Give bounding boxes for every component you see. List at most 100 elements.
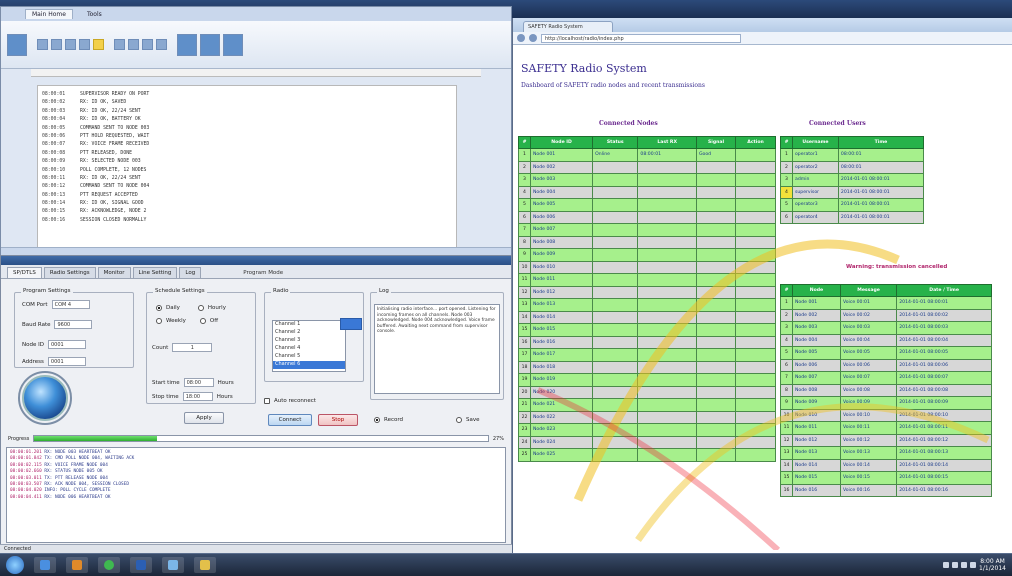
table-row[interactable]: 8 Node 008 Voice 00:08 2014-01-01 08:00:08 [780,383,992,397]
channel-item[interactable]: Channel 6 [273,361,345,369]
record-radio[interactable] [374,417,380,423]
weekly-radio[interactable] [156,318,162,324]
table-row[interactable]: 1 operator1 08:00:01 [780,148,925,162]
channel-item[interactable]: Channel 4 [273,345,345,353]
word-icon[interactable] [130,557,152,573]
forward-icon[interactable] [529,34,537,42]
tab-sp-dtls[interactable]: SP/DTLS [7,267,42,278]
table-row[interactable]: 7 Node 007 Voice 00:07 2014-01-01 08:00:07 [780,371,992,385]
table-row[interactable]: 5 Node 005 Voice 00:05 2014-01-01 08:00:05 [780,346,992,360]
italic-icon[interactable] [51,39,62,50]
address-field[interactable]: 0001 [47,357,86,366]
table-row[interactable]: 4 supervisor 2014-01-01 08:00:01 [780,185,925,199]
table-row[interactable]: 12 Node 012 [518,285,776,299]
back-icon[interactable] [517,34,525,42]
column-header[interactable]: Last RX [637,136,697,149]
tab-line-setting[interactable]: Line Setting [132,267,178,278]
numbering-icon[interactable] [128,39,139,50]
paste-icon[interactable] [7,33,27,56]
off-radio[interactable] [199,318,206,324]
chrome-icon[interactable] [98,557,120,573]
tool-icon[interactable] [162,557,184,573]
table-row[interactable]: 3 Node 003 Voice 00:03 2014-01-01 08:00:03 [780,321,992,335]
table-row[interactable]: 9 Node 009 Voice 00:09 2014-01-01 08:00:09 [780,396,992,410]
table-row[interactable]: 13 Node 013 [518,298,776,312]
table-row[interactable]: 2 operator2 08:00:01 [780,160,925,174]
table-row[interactable]: 3 Node 003 [518,173,776,187]
channel-scroll-handle[interactable] [340,318,362,330]
table-row[interactable]: 18 Node 018 [518,360,776,374]
table-row[interactable]: 3 admin 2014-01-01 08:00:01 [780,173,925,187]
address-bar[interactable]: http://localhost/radio/index.php [541,33,741,43]
bullets-icon[interactable] [114,39,125,50]
table-row[interactable]: 16 Node 016 Voice 00:16 2014-01-01 08:00:16 [780,483,992,497]
column-header[interactable]: Node [792,284,841,297]
stop-button[interactable]: Stop [318,414,358,426]
table-row[interactable]: 6 operator4 2014-01-01 08:00:01 [780,210,925,224]
table-row[interactable]: 19 Node 019 [518,373,776,387]
column-header[interactable]: Action [735,136,776,149]
table-row[interactable]: 6 Node 006 [518,210,776,224]
table-row[interactable]: 23 Node 023 [518,423,776,437]
change-styles-icon[interactable] [200,33,220,56]
start-icon[interactable] [6,556,24,574]
underline-icon[interactable] [65,39,76,50]
table-row[interactable]: 11 Node 011 [518,273,776,287]
channel-item[interactable]: Channel 5 [273,353,345,361]
table-row[interactable]: 15 Node 015 [518,323,776,337]
table-row[interactable]: 8 Node 008 [518,235,776,249]
column-header[interactable]: Username [792,136,839,149]
table-row[interactable]: 20 Node 020 [518,385,776,399]
event-log[interactable]: 08:00:01.201 RX: NODE 003 HEARTBEAT OK 08… [6,447,506,543]
connect-button[interactable]: Connect [268,414,312,426]
tab-log[interactable]: Log [179,267,202,278]
tab-radio-settings[interactable]: Radio Settings [43,267,96,278]
document-page[interactable]: 08:00:01 SUPERVISOR READY ON PORT 08:00:02… [37,85,457,249]
table-row[interactable]: 25 Node 025 [518,448,776,462]
browser-tab[interactable]: SAFETY Radio System [523,21,613,32]
count-stepper[interactable]: 1 [172,343,213,352]
daily-radio[interactable] [156,305,162,311]
channel-item[interactable]: Channel 1 [273,321,345,329]
start-field[interactable]: 08:00 [183,378,214,387]
media-icon[interactable] [66,557,88,573]
network-icon[interactable] [943,562,950,568]
table-row[interactable]: 21 Node 021 [518,398,776,412]
column-header[interactable]: # [780,284,793,297]
channel-item[interactable]: Channel 3 [273,337,345,345]
bold-icon[interactable] [37,39,48,50]
table-row[interactable]: 5 Node 005 [518,198,776,212]
table-row[interactable]: 14 Node 014 Voice 00:14 2014-01-01 08:00:14 [780,458,992,472]
column-header[interactable]: Status [592,136,639,149]
explorer-icon[interactable] [34,557,56,573]
align-left-icon[interactable] [142,39,153,50]
word-tab-tools[interactable]: Tools [81,10,108,19]
channel-list[interactable]: Channel 1 Channel 2 Channel 3 Channel 4 Chan… [272,320,346,372]
table-row[interactable]: 2 Node 002 Voice 00:02 2014-01-01 08:00:02 [780,308,992,322]
column-header[interactable]: Signal [695,136,737,149]
auto-reconnect-checkbox[interactable] [264,398,270,404]
find-icon[interactable] [223,33,243,56]
table-row[interactable]: 5 operator3 2014-01-01 08:00:01 [780,198,925,212]
table-row[interactable]: 6 Node 006 Voice 00:06 2014-01-01 08:00:06 [780,358,992,372]
table-row[interactable]: 16 Node 016 [518,335,776,349]
word-tab-home[interactable]: Main Home [25,9,73,19]
globe-icon[interactable] [22,375,68,421]
table-row[interactable]: 10 Node 010 Voice 00:10 2014-01-01 08:00:10 [780,408,992,422]
table-row[interactable]: 10 Node 010 [518,260,776,274]
flag-icon[interactable] [961,562,968,568]
column-header[interactable]: Time [837,136,925,149]
volume-icon[interactable] [952,562,959,568]
table-row[interactable]: 11 Node 011 Voice 00:11 2014-01-01 08:00:11 [780,421,992,435]
log-textbox[interactable]: Initialising radio interface... port ope… [374,304,500,394]
tab-monitor[interactable]: Monitor [97,267,131,278]
table-row[interactable]: 2 Node 002 [518,160,776,174]
port-field[interactable]: COM 4 [51,300,90,309]
table-row[interactable]: 4 Node 004 Voice 00:04 2014-01-01 08:00:04 [780,333,992,347]
hourly-radio[interactable] [197,305,204,311]
column-header[interactable]: # [518,136,531,149]
styles-icon[interactable] [177,33,197,56]
rate-select[interactable]: 9600 [54,320,93,329]
column-header[interactable]: Node ID [529,136,594,149]
apply-button[interactable]: Apply [184,412,224,424]
